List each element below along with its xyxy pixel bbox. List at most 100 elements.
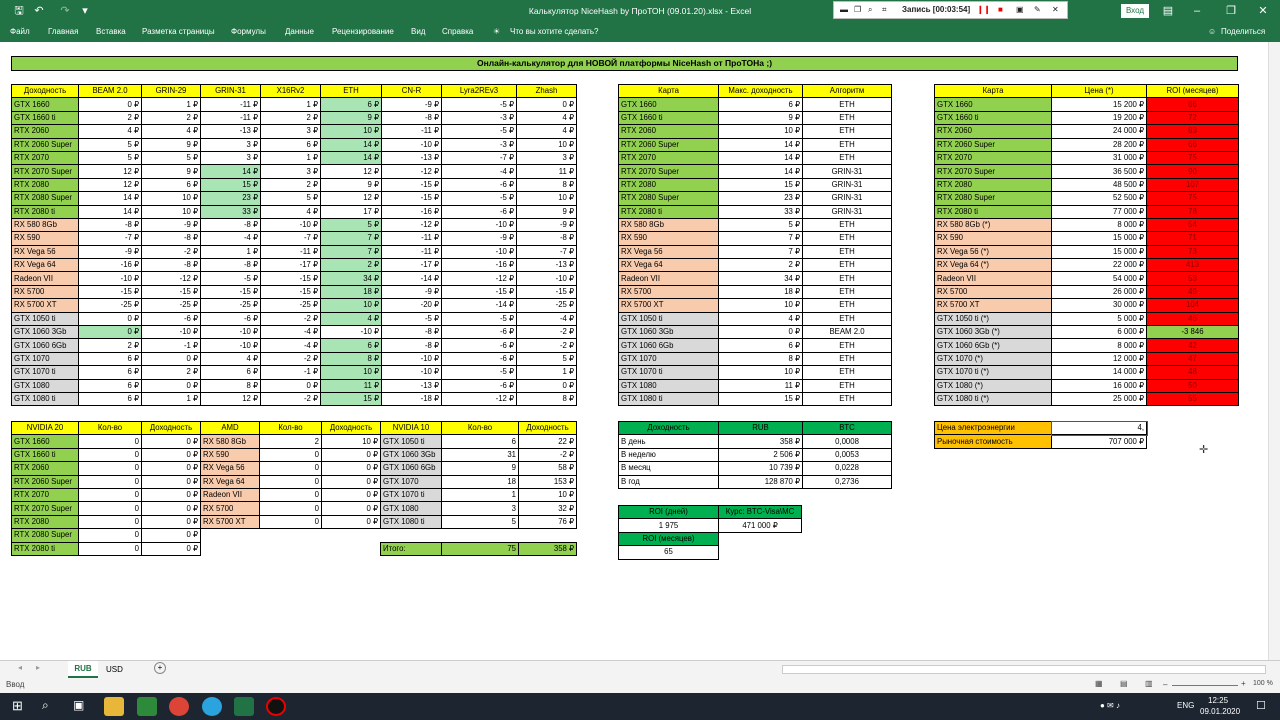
income-cell[interactable]: 2 ₽ (260, 110, 321, 126)
income-cell[interactable]: -5 ₽ (441, 311, 517, 327)
gpu-name-cell[interactable]: RX 590 (618, 231, 719, 246)
tab-review[interactable]: Рецензирование (332, 22, 394, 42)
income-cell[interactable]: -2 ₽ (516, 338, 577, 353)
price-cell[interactable]: 25 000 ₽ (1051, 391, 1147, 407)
column-header[interactable]: GRIN-29 (141, 83, 201, 99)
income-cell[interactable]: -10 ₽ (260, 217, 321, 233)
roi-months-cell[interactable]: 71 (1146, 231, 1239, 246)
next-sheet-icon[interactable]: ▸ (36, 663, 40, 672)
income-cell[interactable]: -2 ₽ (260, 351, 321, 367)
income-cell[interactable]: 0 ₽ (141, 541, 201, 556)
income-btc-cell[interactable]: 0,2736 (802, 474, 892, 489)
income-cell[interactable]: 12 ₽ (320, 191, 382, 206)
algorithm-cell[interactable]: BEAM 2.0 (802, 325, 892, 340)
gpu-name-cell[interactable]: GTX 1080 (618, 378, 719, 393)
gpu-name-cell[interactable]: GTX 1080 (*) (934, 378, 1052, 393)
income-cell[interactable]: 4 ₽ (200, 351, 261, 367)
income-cell[interactable]: -4 ₽ (516, 311, 577, 327)
gpu-name-cell[interactable]: RTX 2060 Super (934, 137, 1052, 152)
income-cell[interactable]: 18 ₽ (320, 284, 382, 300)
income-cell[interactable]: -10 ₽ (320, 325, 382, 340)
column-header[interactable]: RUB (718, 420, 803, 436)
horizontal-scrollbar[interactable] (782, 665, 1266, 674)
income-cell[interactable]: -15 ₽ (78, 284, 142, 300)
gpu-name-cell[interactable]: RX 5700 (934, 284, 1052, 300)
income-cell[interactable]: -25 ₽ (200, 298, 261, 313)
column-header[interactable]: Карта (934, 83, 1052, 99)
max-income-cell[interactable]: 0 ₽ (718, 325, 803, 340)
gpu-name-cell[interactable]: RTX 2070 Super (11, 164, 79, 179)
gpu-name-cell[interactable]: RX 5700 XT (618, 298, 719, 313)
gpu-name-cell[interactable]: GTX 1660 (11, 434, 79, 449)
income-cell[interactable]: -16 ₽ (441, 258, 517, 273)
roi-months-cell[interactable]: 50 (1146, 378, 1239, 393)
algorithm-cell[interactable]: ETH (802, 150, 892, 166)
roi-months-cell[interactable]: 73 (1146, 244, 1239, 260)
max-income-cell[interactable]: 15 ₽ (718, 177, 803, 193)
price-cell[interactable]: 16 000 ₽ (1051, 378, 1147, 393)
gpu-name-cell[interactable]: RTX 2070 (934, 150, 1052, 166)
income-cell[interactable]: -14 ₽ (381, 271, 442, 286)
income-cell[interactable]: -15 ₽ (200, 284, 261, 300)
gpu-name-cell[interactable]: RX 580 8Gb (*) (934, 217, 1052, 233)
max-income-cell[interactable]: 10 ₽ (718, 365, 803, 380)
income-cell[interactable]: 6 ₽ (260, 137, 321, 152)
income-cell[interactable]: -6 ₽ (441, 378, 517, 393)
income-cell[interactable]: -10 ₽ (78, 271, 142, 286)
income-cell[interactable]: -7 ₽ (78, 231, 142, 246)
quantity-cell[interactable]: 0 (78, 501, 142, 516)
income-cell[interactable]: -13 ₽ (381, 150, 442, 166)
income-cell[interactable]: 5 ₽ (78, 137, 142, 152)
prev-sheet-icon[interactable]: ◂ (18, 663, 22, 672)
algorithm-cell[interactable]: ETH (802, 231, 892, 246)
roi-months-cell[interactable]: 86 (1146, 97, 1239, 112)
roi-months-cell[interactable]: 413 (1146, 258, 1239, 273)
income-cell[interactable]: 5 ₽ (320, 217, 382, 233)
share-button[interactable]: Поделиться (1221, 22, 1265, 42)
column-header[interactable]: BTC (802, 420, 892, 436)
quantity-cell[interactable]: 0 (78, 461, 142, 476)
income-cell[interactable]: -5 ₽ (200, 271, 261, 286)
gpu-name-cell[interactable]: GTX 1080 ti (380, 514, 442, 530)
column-header[interactable]: AMD (200, 420, 260, 436)
income-cell[interactable]: 11 ₽ (320, 378, 382, 393)
income-cell[interactable]: -17 ₽ (260, 258, 321, 273)
income-cell[interactable]: 6 ₽ (141, 177, 201, 193)
income-cell[interactable]: -15 ₽ (441, 284, 517, 300)
quantity-cell[interactable]: 0 (78, 514, 142, 530)
income-cell[interactable]: -10 ₽ (381, 137, 442, 152)
column-header[interactable]: Доходность (618, 420, 719, 436)
income-rub-cell[interactable]: 128 870 ₽ (718, 474, 803, 489)
income-cell[interactable]: 0 ₽ (321, 461, 381, 476)
income-cell[interactable]: -8 ₽ (516, 231, 577, 246)
gpu-name-cell[interactable]: RTX 2070 Super (618, 164, 719, 179)
roi-months-cell[interactable]: 104 (1146, 298, 1239, 313)
income-cell[interactable]: 10 ₽ (141, 191, 201, 206)
gpu-name-cell[interactable]: GTX 1050 ti (11, 311, 79, 327)
income-cell[interactable]: 9 ₽ (516, 204, 577, 219)
gpu-name-cell[interactable]: RTX 2060 Super (11, 474, 79, 489)
algorithm-cell[interactable]: GRIN-31 (802, 177, 892, 193)
quantity-cell[interactable]: 0 (259, 461, 322, 476)
income-cell[interactable]: 6 ₽ (78, 351, 142, 367)
gpu-name-cell[interactable]: RTX 2060 (934, 124, 1052, 139)
add-sheet-button[interactable]: + (154, 662, 166, 674)
gpu-name-cell[interactable]: GTX 1070 ti (*) (934, 365, 1052, 380)
income-cell[interactable]: 0 ₽ (141, 378, 201, 393)
gpu-name-cell[interactable]: GTX 1080 (11, 378, 79, 393)
income-cell[interactable]: -6 ₽ (200, 311, 261, 327)
income-cell[interactable]: 10 ₽ (516, 191, 577, 206)
max-income-cell[interactable]: 14 ₽ (718, 164, 803, 179)
income-cell[interactable]: -12 ₽ (141, 271, 201, 286)
max-income-cell[interactable]: 34 ₽ (718, 271, 803, 286)
roi-months-cell[interactable]: 107 (1146, 177, 1239, 193)
save-icon[interactable]: 🖫 (12, 3, 26, 19)
income-cell[interactable]: -10 ₽ (381, 351, 442, 367)
gpu-name-cell[interactable]: RTX 2060 (618, 124, 719, 139)
income-cell[interactable]: 10 ₽ (516, 137, 577, 152)
roi-months-cell[interactable]: 48 (1146, 365, 1239, 380)
price-cell[interactable]: 54 000 ₽ (1051, 271, 1147, 286)
roi-months-cell[interactable]: 75 (1146, 191, 1239, 206)
algorithm-cell[interactable]: ETH (802, 217, 892, 233)
period-label[interactable]: В неделю (618, 447, 719, 463)
